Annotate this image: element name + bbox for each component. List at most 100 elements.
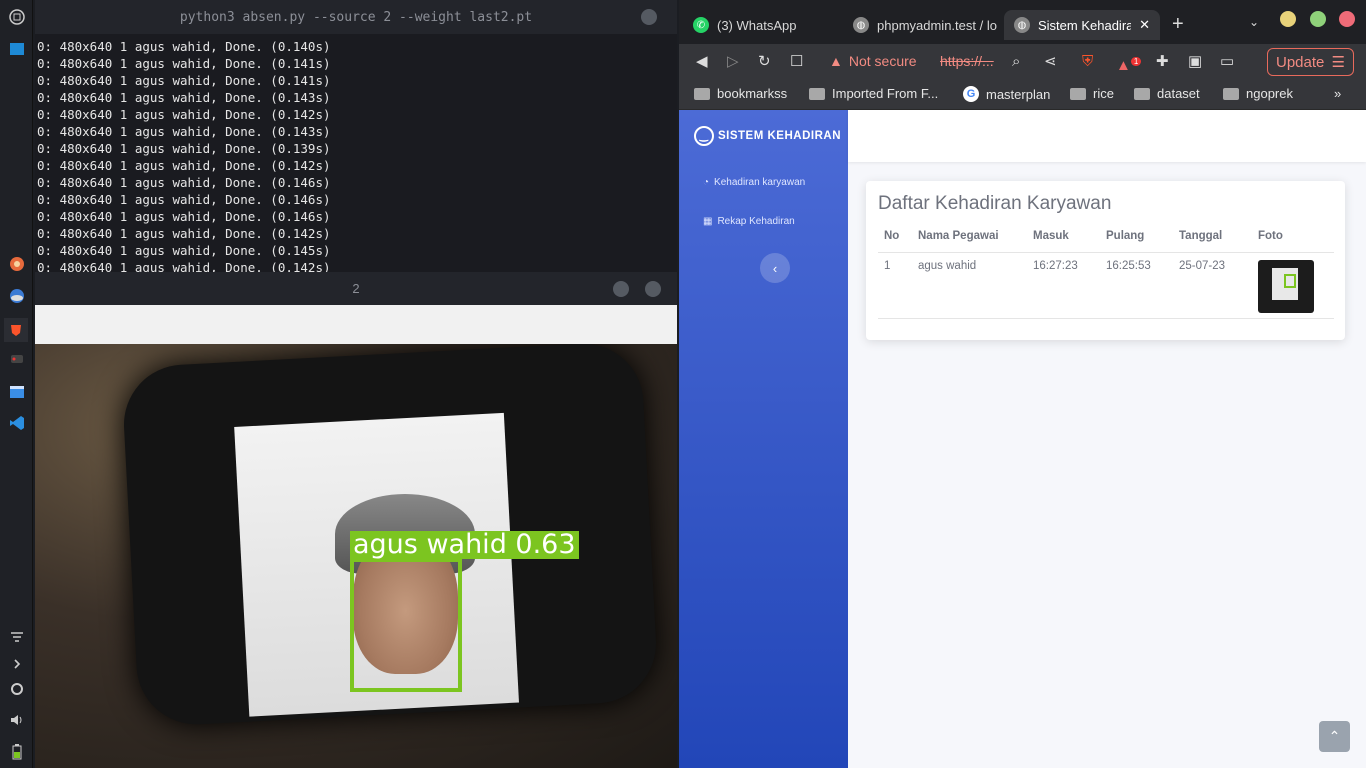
vscode-icon[interactable] (8, 414, 25, 431)
tab-list-chevron-icon[interactable]: ⌄ (1249, 15, 1259, 29)
game-icon[interactable] (8, 350, 25, 367)
filter-icon[interactable] (8, 629, 25, 646)
column-header: Nama Pegawai (912, 228, 1027, 253)
folder-icon (1134, 87, 1150, 100)
bookmark-icon[interactable]: ☐ (790, 53, 803, 71)
attendance-card: Daftar Kehadiran Karyawan No Nama Pegawa… (866, 181, 1345, 340)
brand[interactable]: ‿ SISTEM KEHADIRAN (694, 126, 841, 146)
sidebar-collapse-button[interactable]: ‹ (760, 253, 790, 283)
folder-icon (1223, 87, 1239, 100)
bookmark-dataset[interactable]: dataset (1134, 86, 1200, 101)
tab-phpmyadmin[interactable]: ◍ phpmyadmin.test / lo (843, 10, 1003, 40)
app-sidebar: ‿ SISTEM KEHADIRAN ◔ Kehadiran karyawan … (679, 110, 848, 768)
pen-stylus (675, 625, 677, 676)
close-button[interactable] (645, 281, 661, 297)
face-bounding-box (350, 558, 462, 692)
bookmark-masterplan[interactable]: Gmasterplan (963, 86, 1050, 102)
tab-sistem-kehadiran[interactable]: ◍ Sistem Kehadiran ✕ (1004, 10, 1160, 40)
forward-icon[interactable]: ▷ (727, 53, 739, 71)
brave-rewards-icon[interactable]: ▲ 1 (1116, 53, 1142, 75)
update-button[interactable]: Update ☰ (1267, 48, 1354, 76)
tab-label: Sistem Kehadiran (1038, 17, 1132, 33)
detection-label: agus wahid 0.63 (350, 531, 579, 559)
share-icon[interactable]: ⋖ (1044, 53, 1057, 71)
nav-kehadiran-karyawan[interactable]: ◔ Kehadiran karyawan (703, 177, 805, 188)
folder-icon (809, 87, 825, 100)
new-tab-button[interactable]: + (1172, 13, 1184, 36)
terminal-line: 0: 480x640 1 agus wahid, Done. (0.146s) (37, 209, 331, 224)
firefox-icon[interactable] (8, 255, 25, 272)
power-icon[interactable] (8, 680, 25, 697)
battery-icon (8, 743, 25, 760)
folder-icon (694, 87, 710, 100)
column-header: Tanggal (1173, 228, 1252, 253)
menu-icon: ☰ (1331, 54, 1345, 71)
back-icon[interactable]: ◀ (696, 53, 708, 71)
camera-titlebar[interactable]: 2 (35, 272, 677, 305)
google-icon: G (963, 86, 979, 102)
warning-icon: ▲ (829, 53, 843, 69)
extensions-icon[interactable]: ✚ (1156, 53, 1169, 71)
terminal-line: 0: 480x640 1 agus wahid, Done. (0.142s) (37, 107, 331, 122)
dashboard-icon: ◔ (703, 177, 710, 188)
cell-pulang: 16:25:53 (1100, 252, 1173, 319)
tab-whatsapp[interactable]: ✆ (3) WhatsApp (683, 10, 845, 40)
bookmark-bookmarkss[interactable]: bookmarkss (694, 86, 787, 101)
apps-menu-icon[interactable] (8, 8, 25, 25)
close-tab-icon[interactable]: ✕ (1139, 17, 1150, 33)
window-app-icon[interactable] (8, 383, 25, 400)
maximize-button[interactable] (1310, 11, 1326, 27)
minimize-button[interactable] (641, 9, 657, 25)
browser-window[interactable]: ✆ (3) WhatsApp ◍ phpmyadmin.test / lo ◍ … (679, 0, 1366, 768)
attendance-table: No Nama Pegawai Masuk Pulang Tanggal Fot… (878, 228, 1334, 319)
bookmarks-bar: bookmarkss Imported From F... Gmasterpla… (679, 80, 1366, 110)
table-row: 1 agus wahid 16:27:23 16:25:53 25-07-23 (878, 252, 1334, 319)
bookmark-imported[interactable]: Imported From F... (809, 86, 938, 101)
tab-label: (3) WhatsApp (717, 17, 797, 33)
chevron-right-icon[interactable] (8, 655, 25, 672)
zoom-icon[interactable]: ⌕ (1012, 53, 1020, 71)
more-bookmarks-icon[interactable]: » (1334, 86, 1341, 101)
wallet-icon[interactable]: ▭ (1220, 53, 1234, 71)
terminal-line: 0: 480x640 1 agus wahid, Done. (0.143s) (37, 124, 331, 139)
minimize-button[interactable] (1280, 11, 1296, 27)
bookmark-rice[interactable]: rice (1070, 86, 1114, 101)
close-button[interactable] (1339, 11, 1355, 27)
bookmark-ngoprek[interactable]: ngoprek (1223, 86, 1293, 101)
terminal-titlebar[interactable]: python3 absen.py --source 2 --weight las… (35, 0, 677, 34)
address-bar[interactable]: https://... (940, 53, 994, 69)
cell-no: 1 (878, 252, 912, 319)
app-topbar (848, 110, 1366, 162)
scroll-to-top-button[interactable]: ⌃ (1319, 721, 1350, 752)
terminal-line: 0: 480x640 1 agus wahid, Done. (0.142s) (37, 260, 331, 272)
column-header: Pulang (1100, 228, 1173, 253)
reload-icon[interactable]: ↻ (758, 53, 771, 71)
tab-label: phpmyadmin.test / lo (877, 17, 997, 33)
attendance-photo[interactable] (1258, 259, 1314, 313)
cell-tanggal: 25-07-23 (1173, 252, 1252, 319)
browser-toolbar: ◀ ▷ ↻ ☐ ▲ Not secure https://... ⌕ ⋖ ⛨ ▲… (679, 44, 1366, 80)
globe-icon: ◍ (853, 17, 869, 33)
folder-icon (1070, 87, 1086, 100)
camera-window[interactable]: 2 agus wahid 0.63 (35, 272, 677, 768)
chevron-up-icon: ⌃ (1328, 728, 1341, 744)
camera-title: 2 (352, 281, 360, 296)
globe-app-icon[interactable] (8, 287, 25, 304)
terminal-window[interactable]: python3 absen.py --source 2 --weight las… (35, 0, 677, 272)
terminal-output[interactable]: 0: 480x640 1 agus wahid, Done. (0.140s) 0… (35, 34, 677, 272)
camera-feed: agus wahid 0.63 (35, 344, 677, 768)
security-indicator[interactable]: ▲ Not secure (829, 53, 917, 69)
workspace-icon[interactable] (8, 40, 25, 57)
brave-dock-icon[interactable] (4, 318, 28, 342)
terminal-line: 0: 480x640 1 agus wahid, Done. (0.141s) (37, 73, 331, 88)
camera-toolbar (35, 305, 677, 344)
minimize-button[interactable] (613, 281, 629, 297)
volume-icon[interactable] (8, 711, 25, 728)
card-title: Daftar Kehadiran Karyawan (878, 193, 1112, 214)
cell-nama: agus wahid (912, 252, 1027, 319)
terminal-line: 0: 480x640 1 agus wahid, Done. (0.146s) (37, 192, 331, 207)
brave-shields-icon[interactable]: ⛨ (1082, 53, 1093, 71)
sidebar-icon[interactable]: ▣ (1188, 53, 1202, 71)
column-header: No (878, 228, 912, 253)
nav-rekap-kehadiran[interactable]: ▦ Rekap Kehadiran (703, 216, 795, 227)
